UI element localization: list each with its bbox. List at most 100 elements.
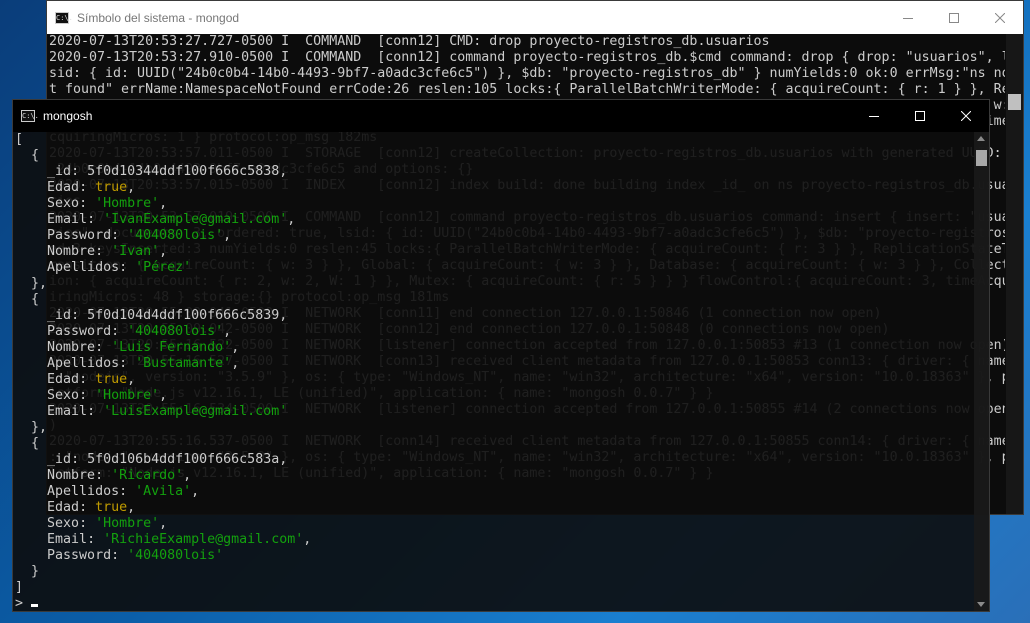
field-value: 'Hombre' — [95, 196, 160, 211]
document-field: Email: 'RichieExample@gmail.com', — [47, 532, 312, 547]
document-field: Edad: true, — [47, 372, 136, 387]
field-value: 'LuisExample@gmail.com' — [103, 404, 288, 419]
document-field: Apellidos: 'Avila', — [47, 484, 200, 499]
field-key: Email — [47, 532, 88, 547]
field-key: Nombre — [47, 244, 96, 259]
field-value: 'Bustamante' — [135, 356, 232, 371]
title-bar[interactable]: C:\. Símbolo del sistema - mongod — [47, 1, 1023, 34]
field-key: Email — [47, 404, 88, 419]
document-close: }, — [15, 276, 48, 291]
field-value: 'Ricardo' — [111, 468, 184, 483]
text-cursor[interactable] — [31, 604, 39, 607]
close-icon — [995, 12, 1005, 23]
scrollbar[interactable] — [1006, 34, 1023, 514]
field-key: _id — [47, 452, 72, 467]
field-value: '404080lois' — [127, 548, 224, 563]
document-field: Password: '404080lois', — [47, 228, 232, 243]
document-field: _id: 5f0d10344ddf100f666c5838, — [47, 164, 288, 179]
close-button[interactable] — [943, 100, 989, 132]
field-value: 5f0d10344ddf100f666c5838 — [87, 164, 280, 179]
prompt-symbol: > — [15, 596, 24, 611]
field-value: 'Hombre' — [95, 388, 160, 403]
window-title: mongosh — [43, 109, 93, 123]
document-field: Sexo: 'Hombre', — [47, 196, 168, 211]
document-close: } — [15, 564, 40, 579]
field-key: Password — [47, 324, 112, 339]
field-key: Password — [47, 548, 112, 563]
field-value: 'IvanExample@gmail.com' — [103, 212, 288, 227]
log-line: sid: { id: UUID("24b0c0b4-14b0-4493-9bf7… — [49, 66, 1005, 81]
scrollbar[interactable] — [974, 132, 989, 611]
minimize-button[interactable] — [851, 100, 897, 132]
document-field: Password: '404080lois', — [47, 324, 232, 339]
field-key: Nombre — [47, 468, 96, 483]
field-key: Apellidos — [47, 356, 120, 371]
maximize-button[interactable] — [931, 1, 977, 34]
document-field: Nombre: 'Ricardo', — [47, 468, 192, 483]
minimize-icon — [903, 17, 913, 19]
scroll-up-icon[interactable] — [977, 136, 985, 141]
document-open: { — [15, 292, 40, 307]
minimize-button[interactable] — [885, 1, 931, 34]
field-key: Sexo — [47, 388, 80, 403]
document-close: }, — [15, 420, 48, 435]
field-key: Edad — [47, 500, 80, 515]
field-value: '404080lois' — [127, 324, 224, 339]
document-field: Password: '404080lois' — [47, 548, 224, 563]
array-close: ] — [15, 580, 24, 595]
scrollbar-thumb[interactable] — [976, 150, 987, 166]
field-key: Password — [47, 228, 112, 243]
log-line: 2020-07-13T20:53:27.910-0500 I COMMAND [… — [49, 50, 1005, 65]
document-field: Apellidos: 'Pérez' — [47, 260, 192, 275]
field-key: Sexo — [47, 196, 80, 211]
field-value: 'Luis Fernando' — [111, 340, 232, 355]
maximize-button[interactable] — [897, 100, 943, 132]
field-value: 5f0d104d4ddf100f666c5839 — [87, 308, 280, 323]
document-field: Apellidos: 'Bustamante', — [47, 356, 240, 371]
mongosh-output[interactable]: [ { _id: 5f0d10344ddf100f666c5838, Edad:… — [15, 132, 973, 611]
log-line: 2020-07-13T20:53:27.727-0500 I COMMAND [… — [49, 34, 770, 49]
console-icon: C:\. — [21, 110, 39, 122]
maximize-icon — [915, 111, 925, 121]
title-bar[interactable]: C:\. mongosh — [13, 100, 989, 132]
close-button[interactable] — [977, 1, 1023, 34]
field-key: Email — [47, 212, 88, 227]
array-open: [ — [15, 132, 24, 147]
field-value: 'Ivan' — [111, 244, 160, 259]
document-field: Email: 'LuisExample@gmail.com' — [47, 404, 288, 419]
document-field: Email: 'IvanExample@gmail.com', — [47, 212, 296, 227]
document-open: { — [15, 148, 40, 163]
field-key: Apellidos — [47, 484, 120, 499]
close-icon — [961, 111, 971, 121]
field-key: Sexo — [47, 516, 80, 531]
document-field: Nombre: 'Luis Fernando', — [47, 340, 240, 355]
field-value: '404080lois' — [127, 228, 224, 243]
maximize-icon — [949, 12, 959, 23]
scroll-down-icon[interactable] — [977, 602, 985, 607]
document-field: Edad: true, — [47, 180, 136, 195]
field-value: 'RichieExample@gmail.com' — [103, 532, 304, 547]
log-line: t found" errName:NamespaceNotFound errCo… — [49, 82, 1005, 97]
field-value: true — [95, 500, 128, 515]
document-field: _id: 5f0d104d4ddf100f666c5839, — [47, 308, 288, 323]
scrollbar-thumb[interactable] — [1008, 94, 1021, 110]
console-icon: C:\. — [55, 11, 73, 24]
field-value: 'Pérez' — [135, 260, 192, 275]
field-value: 'Avila' — [135, 484, 192, 499]
field-value: 'Hombre' — [95, 516, 160, 531]
document-field: Sexo: 'Hombre', — [47, 516, 168, 531]
document-open: { — [15, 436, 40, 451]
field-value: true — [95, 372, 128, 387]
window-title: Símbolo del sistema - mongod — [77, 10, 240, 25]
field-key: _id — [47, 308, 72, 323]
minimize-icon — [869, 116, 879, 117]
document-field: Nombre: 'Ivan', — [47, 244, 168, 259]
field-key: Edad — [47, 180, 80, 195]
field-key: Nombre — [47, 340, 96, 355]
document-field: Edad: true, — [47, 500, 136, 515]
command-prompt: > — [15, 596, 973, 611]
field-key: Apellidos — [47, 260, 120, 275]
field-key: _id — [47, 164, 72, 179]
field-value: 5f0d106b4ddf100f666c583a — [87, 452, 280, 467]
mongosh-window[interactable]: C:\. mongosh [ { _id: 5f0d10344ddf100f66… — [12, 99, 990, 612]
